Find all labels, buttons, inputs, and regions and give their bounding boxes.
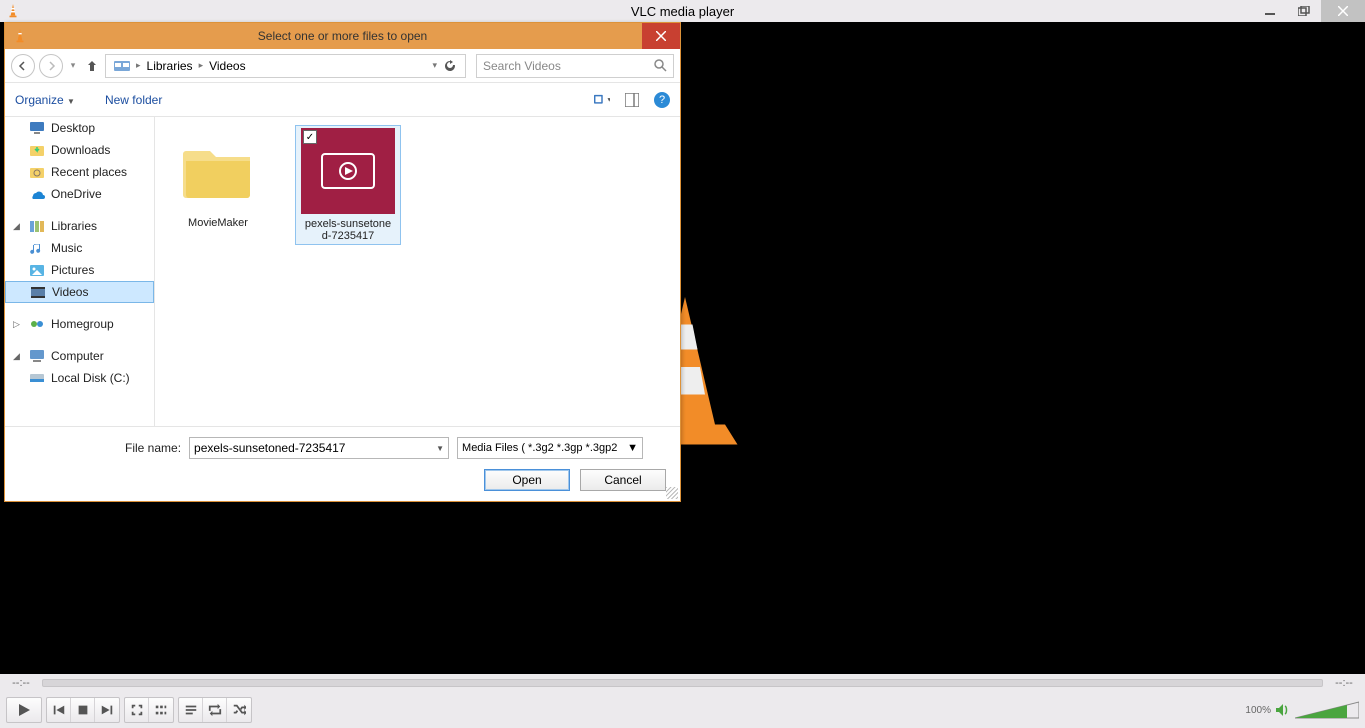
search-field[interactable] [476,54,674,78]
window-close-button[interactable] [1321,0,1365,22]
file-item-video[interactable]: ✓ pexels-sunsetoned-7235417 [295,125,401,245]
ext-settings-button[interactable] [149,698,173,722]
nav-up-button[interactable] [83,57,101,75]
window-maximize-button[interactable] [1287,0,1321,22]
file-label: pexels-sunsetoned-7235417 [305,218,391,242]
chevron-right-icon[interactable]: ▸ [199,60,204,71]
dialog-nav: ▾ ▸ Libraries ▸ Videos ▾ [5,49,680,83]
sidebar-item-desktop[interactable]: Desktop [5,117,154,139]
next-button[interactable] [95,698,119,722]
downloads-icon [29,142,45,158]
expand-icon[interactable]: ▷ [13,319,23,330]
open-button[interactable]: Open [484,469,570,491]
onedrive-icon [29,186,45,202]
file-label: MovieMaker [188,217,248,229]
seek-bar-row: --:-- --:-- [0,674,1365,692]
help-button[interactable]: ? [654,92,670,108]
filetype-select[interactable]: Media Files ( *.3g2 *.3gp *.3gp2▼ [457,437,643,459]
pictures-icon [29,262,45,278]
computer-icon [29,348,45,364]
view-mode-button[interactable]: ▼ [594,92,610,108]
playlist-button[interactable] [179,698,203,722]
search-icon[interactable] [654,59,667,72]
sidebar-item-onedrive[interactable]: OneDrive [5,183,154,205]
nav-history-dropdown[interactable]: ▾ [67,60,79,71]
fullscreen-button[interactable] [125,698,149,722]
filename-label: File name: [125,441,181,455]
volume-percent: 100% [1245,705,1271,716]
preview-pane-button[interactable] [624,92,640,108]
vlc-title: VLC media player [0,4,1365,19]
file-list[interactable]: MovieMaker ✓ pexels-sunsetoned-7235417 [155,117,680,426]
dialog-close-button[interactable] [642,23,680,49]
vlc-cone-icon [13,29,27,43]
volume-slider[interactable] [1295,700,1359,720]
vlc-titlebar: VLC media player [0,0,1365,22]
breadcrumb-root-icon[interactable] [110,59,134,73]
time-total[interactable]: --:-- [1329,677,1359,689]
breadcrumb-seg-libraries[interactable]: Libraries [143,59,197,73]
breadcrumb-seg-videos[interactable]: Videos [205,59,249,73]
window-minimize-button[interactable] [1253,0,1287,22]
nav-back-button[interactable] [11,54,35,78]
dialog-title: Select one or more files to open [5,29,680,43]
svg-text:▼: ▼ [606,97,610,103]
sidebar-item-homegroup[interactable]: ▷Homegroup [5,313,154,335]
sidebar[interactable]: Desktop Downloads Recent places OneDrive… [5,117,155,426]
seek-bar[interactable] [42,679,1323,687]
expand-icon[interactable]: ◢ [13,351,23,362]
resize-grip[interactable] [666,487,678,499]
sidebar-item-videos[interactable]: Videos [5,281,154,303]
vlc-cone-icon [6,4,20,18]
shuffle-button[interactable] [227,698,251,722]
sidebar-item-computer[interactable]: ◢Computer [5,345,154,367]
search-input[interactable] [483,59,654,73]
loop-button[interactable] [203,698,227,722]
controls-row: 100% [0,692,1365,728]
sidebar-item-recent[interactable]: Recent places [5,161,154,183]
breadcrumb-dropdown[interactable]: ▾ [432,60,437,71]
dialog-titlebar[interactable]: Select one or more files to open [5,23,680,49]
folder-icon [182,141,254,199]
organize-menu[interactable]: Organize ▼ [15,93,75,107]
checkbox-icon[interactable]: ✓ [303,130,317,144]
file-open-dialog: Select one or more files to open ▾ ▸ Lib… [4,22,681,502]
prev-button[interactable] [47,698,71,722]
filename-input[interactable]: pexels-sunsetoned-7235417▼ [189,437,449,459]
libraries-icon [29,218,45,234]
expand-icon[interactable]: ◢ [13,221,23,232]
videos-icon [30,284,46,300]
refresh-button[interactable] [443,59,457,73]
drive-icon [29,370,45,386]
sidebar-item-music[interactable]: Music [5,237,154,259]
dialog-toolbar: Organize ▼ New folder ▼ ? [5,83,680,117]
recent-icon [29,164,45,180]
time-elapsed[interactable]: --:-- [6,677,36,689]
speaker-icon[interactable] [1275,702,1291,718]
sidebar-item-libraries[interactable]: ◢Libraries [5,215,154,237]
play-button[interactable] [7,698,41,722]
nav-forward-button[interactable] [39,54,63,78]
chevron-down-icon[interactable]: ▼ [627,442,638,454]
homegroup-icon [29,316,45,332]
breadcrumb[interactable]: ▸ Libraries ▸ Videos ▾ [105,54,466,78]
chevron-right-icon[interactable]: ▸ [136,60,141,71]
sidebar-item-pictures[interactable]: Pictures [5,259,154,281]
stop-button[interactable] [71,698,95,722]
new-folder-button[interactable]: New folder [105,93,162,107]
chevron-down-icon[interactable]: ▼ [436,444,444,453]
file-item-folder[interactable]: MovieMaker [165,125,271,231]
cancel-button[interactable]: Cancel [580,469,666,491]
dialog-footer: File name: pexels-sunsetoned-7235417▼ Me… [5,426,680,501]
desktop-icon [29,120,45,136]
sidebar-item-localdisk[interactable]: Local Disk (C:) [5,367,154,389]
sidebar-item-downloads[interactable]: Downloads [5,139,154,161]
music-icon [29,240,45,256]
